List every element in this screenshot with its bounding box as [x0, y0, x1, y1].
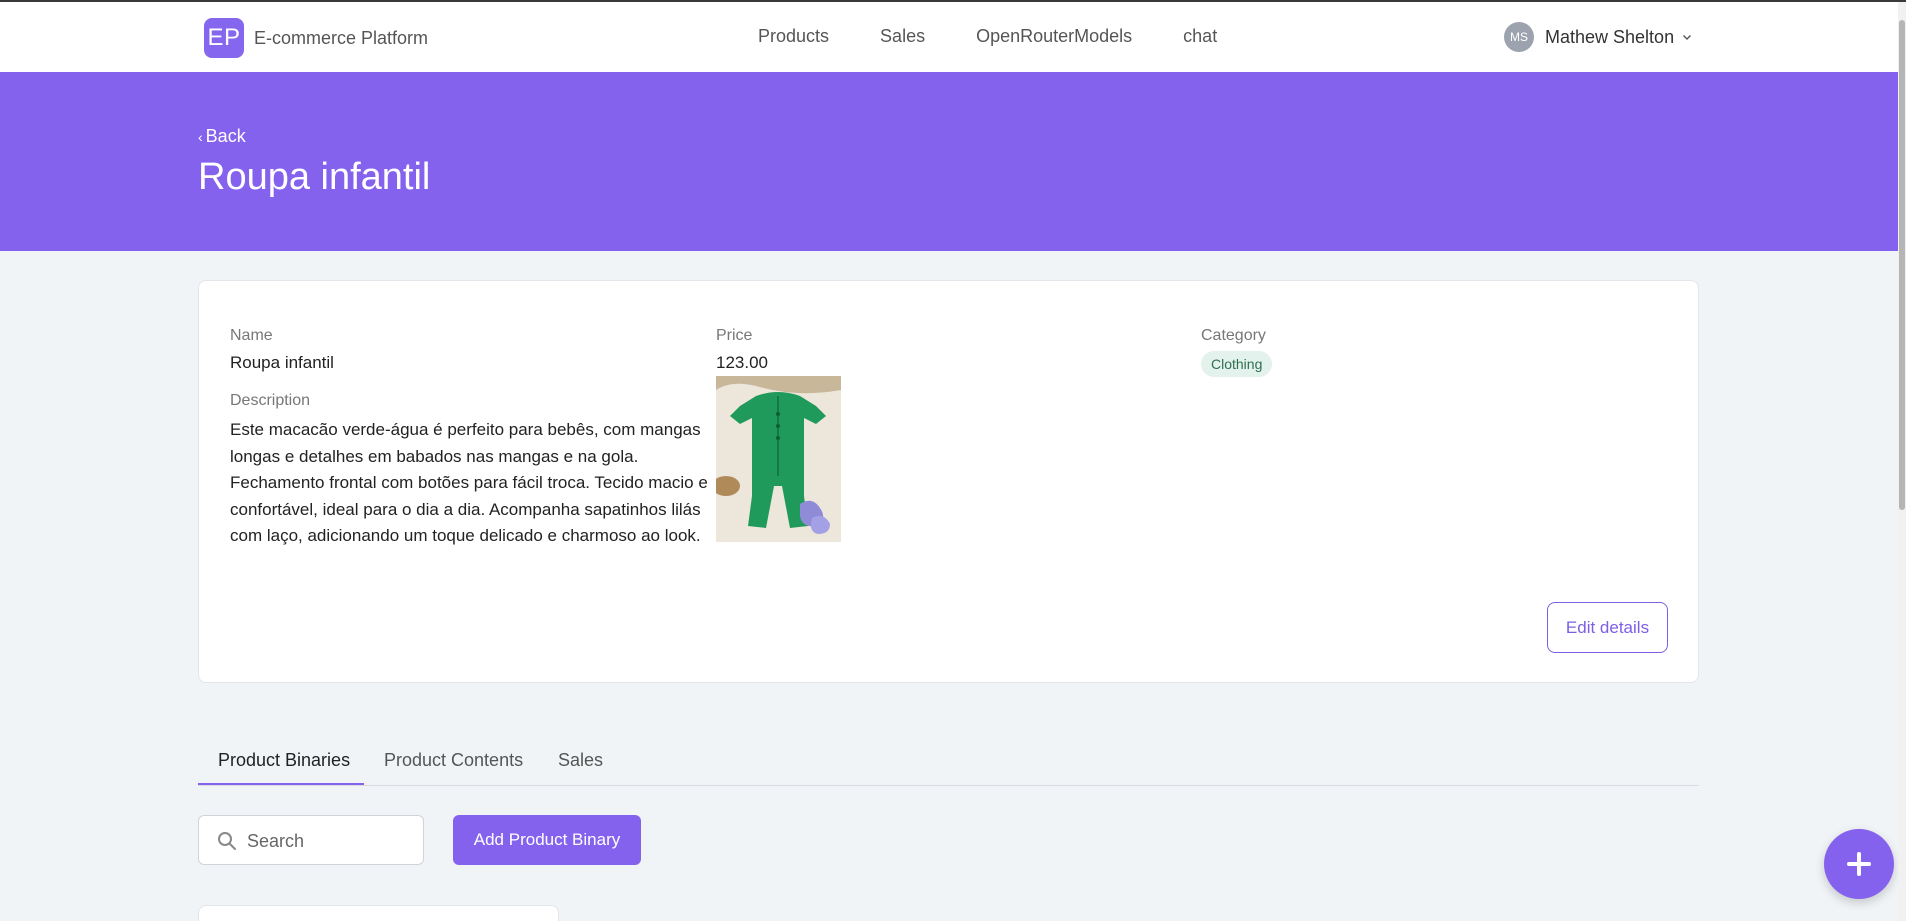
category-label: Category — [1201, 327, 1266, 344]
nav-link-sales[interactable]: Sales — [880, 26, 925, 47]
active-tab-indicator — [198, 783, 364, 785]
brand-logo: EP — [204, 18, 244, 58]
price-label: Price — [716, 327, 753, 344]
user-name: Mathew Shelton — [1545, 26, 1675, 47]
product-details-card: Name Roupa infantil Description Este mac… — [198, 280, 1699, 683]
brand-name: E-commerce Platform — [254, 27, 429, 48]
tab-product-contents[interactable]: Product Contents — [384, 750, 523, 771]
nav-link-openroutermodels[interactable]: OpenRouterModels — [976, 26, 1132, 47]
name-label: Name — [230, 327, 273, 344]
vertical-scrollbar[interactable] — [1898, 2, 1906, 921]
add-product-binary-button[interactable]: Add Product Binary — [453, 815, 641, 865]
name-value: Roupa infantil — [230, 353, 334, 372]
edit-details-button[interactable]: Edit details — [1547, 602, 1668, 653]
tab-product-binaries[interactable]: Product Binaries — [218, 750, 350, 771]
top-navbar: EP E-commerce Platform Products Sales Op… — [0, 2, 1898, 72]
category-badge: Clothing — [1201, 351, 1273, 377]
page-header: ‹ Back Roupa infantil — [0, 72, 1898, 251]
back-link[interactable]: ‹ Back — [198, 126, 246, 147]
price-value: 123.00 — [716, 353, 768, 372]
product-binary-card — [198, 905, 559, 921]
search-input[interactable] — [247, 828, 412, 854]
nav-link-products[interactable]: Products — [758, 26, 829, 47]
chevron-left-icon: ‹ — [198, 128, 203, 145]
page-title: Roupa infantil — [198, 156, 431, 198]
plus-icon — [1847, 852, 1871, 876]
search-box[interactable] — [198, 815, 424, 865]
user-menu[interactable]: MS Mathew Shelton — [1504, 22, 1692, 52]
floating-add-button[interactable] — [1824, 829, 1894, 899]
search-icon — [218, 832, 236, 850]
tab-bar: Product Binaries Product Contents Sales — [198, 740, 1699, 786]
scrollbar-thumb[interactable] — [1899, 20, 1905, 510]
description-value: Este macacão verde-água é perfeito para … — [230, 420, 708, 545]
nav-link-chat[interactable]: chat — [1183, 26, 1217, 47]
product-image — [716, 376, 841, 542]
avatar: MS — [1504, 22, 1534, 52]
description-label: Description — [230, 392, 311, 409]
chevron-down-icon — [1683, 35, 1692, 40]
brand[interactable]: EP E-commerce Platform — [204, 18, 428, 58]
back-label: Back — [205, 126, 246, 146]
nav-links: Products Sales OpenRouterModels chat — [758, 26, 1268, 47]
tab-sales[interactable]: Sales — [558, 750, 603, 771]
